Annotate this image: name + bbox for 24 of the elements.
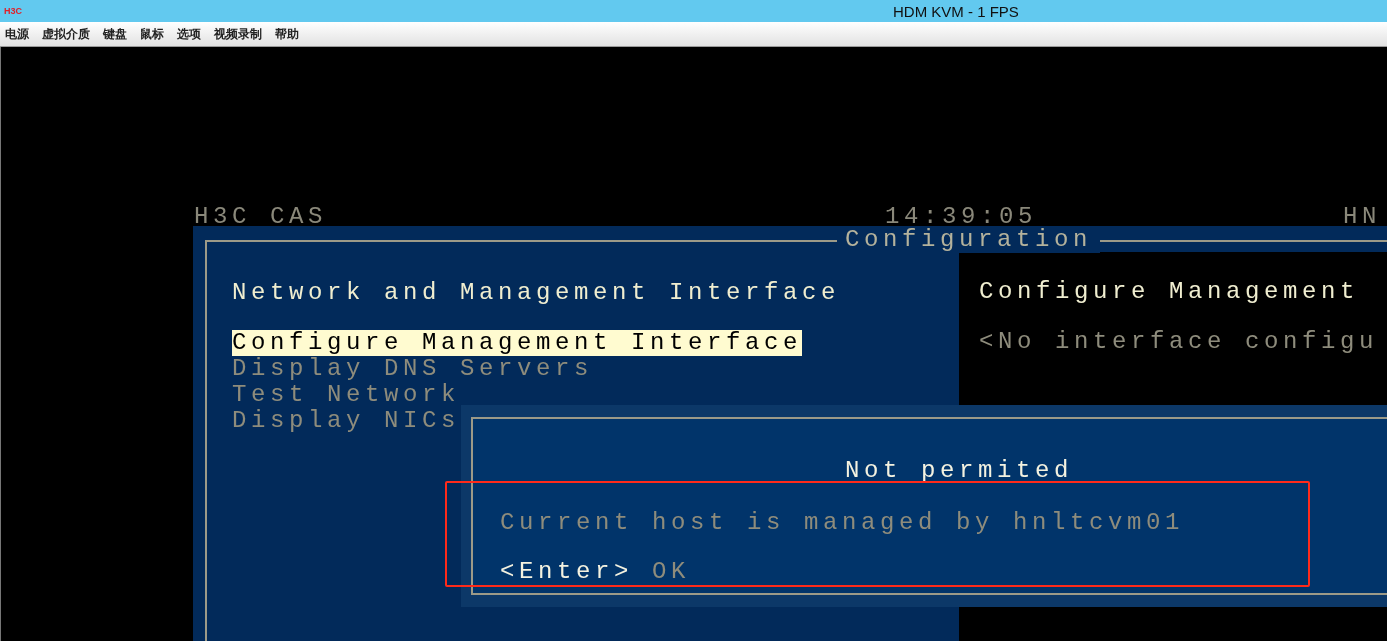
menu-item[interactable]: 视频录制 [214,28,262,40]
dialog-message: Current host is managed by hnltcvm01 [500,512,1185,534]
menu-item[interactable]: 键盘 [103,28,127,40]
menu-item[interactable]: 选项 [177,28,201,40]
menu-item[interactable]: 帮助 [275,28,299,40]
logo: H3C [4,6,22,16]
console-brand: H3C CAS [194,204,329,226]
console-menu-item[interactable]: Configure Management Interface [232,330,803,356]
detail-message: <No interface configu [979,329,1379,355]
menu-item[interactable]: 虚拟介质 [42,28,90,40]
key-hint: <Enter> [500,561,634,583]
console-time: 14:39:05 [885,204,1038,226]
menu-item[interactable]: 鼠标 [140,28,164,40]
console-host: HN [1343,204,1381,226]
console-menu-item[interactable]: Display DNS Servers [232,356,594,382]
window-title: HDM KVM - 1 FPS [893,3,1019,19]
detail-title: Configure Management [979,279,1360,305]
panel-title: Configuration [837,227,1101,253]
ok-button[interactable]: OK [652,561,691,583]
console-menu-item[interactable]: Test Network [232,382,461,408]
console-menu-item[interactable]: Display NICs [232,408,461,434]
menu-heading: Network and Management Interface [232,280,841,306]
menu-item[interactable]: 电源 [5,28,29,40]
dialog-title: Not permited [845,460,1074,482]
